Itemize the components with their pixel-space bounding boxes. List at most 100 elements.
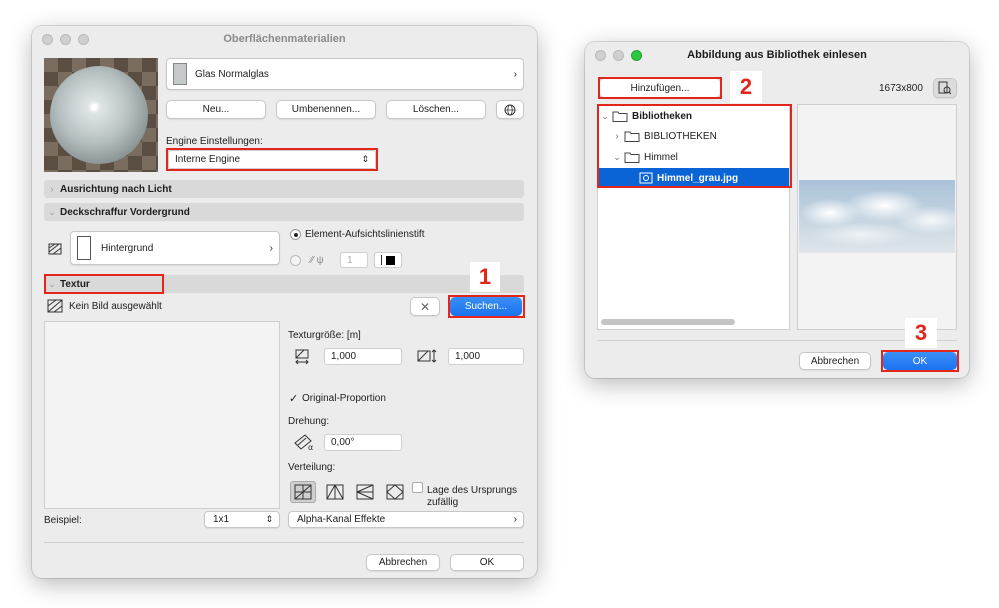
chevron-right-icon: › (50, 184, 54, 194)
texture-height-icon (416, 348, 438, 364)
preview-toggle-button[interactable] (933, 78, 957, 98)
hatch-select[interactable]: Hintergrund › (70, 231, 280, 265)
zoom-window-button[interactable] (78, 34, 89, 45)
distribution-label: Verteilung: (288, 462, 336, 473)
texture-size-label: Texturgröße: [m] (288, 330, 361, 341)
surface-materials-dialog: Oberflächenmaterialien Glas Normalglas ›… (32, 26, 537, 578)
cancel-button[interactable]: Abbrechen (799, 352, 871, 370)
texture-width-field[interactable]: 1,000 (324, 348, 402, 365)
sky-preview-image (799, 180, 955, 253)
dialog-title: Abbildung aus Bibliothek einlesen (687, 49, 867, 61)
zoom-window-button[interactable] (631, 50, 642, 61)
pen-value: 1 (347, 254, 353, 266)
hatch-icon (46, 238, 66, 258)
original-proportion-label: Original-Proportion (302, 393, 386, 404)
updown-chevron-icon: ⇕ (265, 514, 273, 524)
minimize-window-button[interactable] (613, 50, 624, 61)
pen-hatch-icon: ⁄⁄ ψ (310, 254, 324, 266)
example-label: Beispiel: (44, 515, 82, 526)
title-bar: Oberflächenmaterialien (32, 26, 537, 52)
engine-settings-label: Engine Einstellungen: (166, 136, 263, 147)
texture-height-field[interactable]: 1,000 (448, 348, 524, 365)
preview-sphere (50, 66, 148, 164)
image-preview-panel (797, 104, 957, 330)
alpha-label: Alpha-Kanal Effekte (297, 514, 386, 525)
globe-button[interactable] (496, 100, 524, 119)
texture-highlight (44, 274, 164, 294)
distribution-mirror-x-icon (326, 484, 344, 500)
element-pen-radio[interactable] (290, 229, 301, 240)
distribution-mirror-xy-icon (386, 484, 404, 500)
alpha-channel-button[interactable]: Alpha-Kanal Effekte › (288, 511, 524, 528)
clear-image-button[interactable]: ✕ (410, 297, 440, 316)
window-controls (42, 34, 89, 45)
distribution-grid-icon (294, 484, 312, 500)
image-icon (46, 298, 64, 314)
globe-icon (504, 104, 516, 115)
chevron-down-icon: ⌄ (48, 206, 56, 217)
svg-text:α: α (308, 443, 313, 451)
step-3-badge: 3 (905, 318, 937, 348)
footer-divider (597, 340, 957, 341)
random-origin-label-2: zufällig (427, 497, 459, 508)
radio-dot (294, 233, 298, 237)
footer-divider (44, 542, 524, 543)
section-hatch-label: Deckschraffur Vordergrund (60, 206, 190, 218)
image-dimensions: 1673x800 (879, 83, 923, 94)
texture-height-value: 1,000 (455, 351, 481, 362)
window-controls (595, 50, 642, 61)
ok-button[interactable]: OK (450, 554, 524, 571)
hatch-name: Hintergrund (101, 242, 154, 254)
texture-width-icon (294, 348, 310, 366)
custom-pen-radio[interactable] (290, 255, 301, 266)
section-light-label: Ausrichtung nach Licht (60, 183, 172, 195)
title-bar: Abbildung aus Bibliothek einlesen (585, 42, 969, 68)
section-light-orientation[interactable]: › Ausrichtung nach Licht (44, 180, 524, 198)
material-name: Glas Normalglas (195, 68, 269, 80)
pen-line-icon (381, 255, 382, 265)
close-icon: ✕ (419, 299, 431, 314)
hatch-swatch (77, 236, 91, 260)
pen-color-fill (386, 255, 395, 265)
distribution-option-2[interactable] (322, 481, 348, 503)
distribution-option-3[interactable] (352, 481, 378, 503)
distribution-option-4[interactable] (382, 481, 408, 503)
chevron-right-icon: › (513, 68, 517, 80)
new-button[interactable]: Neu... (166, 100, 266, 119)
section-foreground-hatch[interactable]: ⌄ Deckschraffur Vordergrund (44, 203, 524, 221)
pen-number-field[interactable]: 1 (340, 252, 368, 268)
random-origin-checkbox[interactable] (412, 482, 423, 493)
rename-button[interactable]: Umbenennen... (276, 100, 376, 119)
rotation-label: Drehung: (288, 416, 330, 427)
checkmark-icon[interactable]: ✓ (289, 392, 298, 405)
material-preview (44, 58, 158, 172)
step-1-badge: 1 (470, 262, 500, 292)
random-origin-label-1: Lage des Ursprungs (427, 485, 518, 496)
close-window-button[interactable] (42, 34, 53, 45)
ok-highlight (881, 350, 959, 372)
step-2-badge: 2 (730, 71, 762, 103)
distribution-option-1[interactable] (290, 481, 316, 503)
material-swatch (173, 63, 187, 85)
distribution-mirror-y-icon (356, 484, 374, 500)
example-value: 1x1 (213, 514, 230, 525)
cancel-button[interactable]: Abbrechen (366, 554, 440, 571)
pen-color-swatch[interactable] (374, 252, 402, 268)
example-select[interactable]: 1x1 ⇕ (204, 511, 280, 528)
rotation-icon: α (292, 432, 316, 452)
texture-preview-area (44, 321, 280, 509)
rotation-value: 0,00° (331, 437, 355, 448)
chevron-right-icon: › (513, 514, 517, 525)
add-highlight (598, 77, 722, 99)
dialog-title: Oberflächenmaterialien (223, 33, 346, 45)
chevron-right-icon: › (269, 242, 273, 254)
material-select[interactable]: Glas Normalglas › (166, 58, 524, 90)
delete-button[interactable]: Löschen... (386, 100, 486, 119)
rotation-field[interactable]: 0,00° (324, 434, 402, 451)
element-pen-label: Element-Aufsichtslinienstift (305, 229, 425, 240)
minimize-window-button[interactable] (60, 34, 71, 45)
document-search-icon (938, 81, 952, 95)
close-window-button[interactable] (595, 50, 606, 61)
horizontal-scrollbar[interactable] (601, 319, 735, 325)
engine-highlight (166, 148, 378, 171)
